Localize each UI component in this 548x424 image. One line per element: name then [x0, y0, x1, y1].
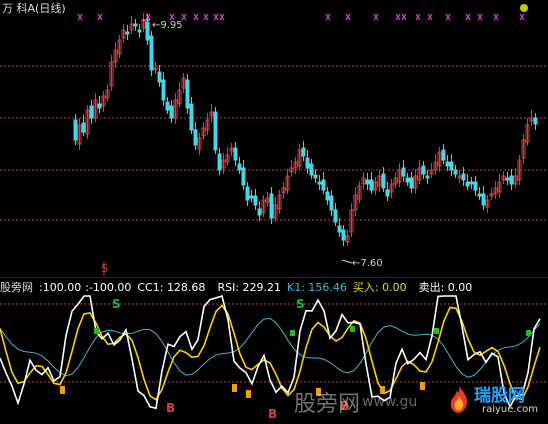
- buy-bar: [94, 328, 99, 334]
- watermark-url: www.gu: [362, 394, 418, 410]
- candle-body: [253, 195, 258, 206]
- candle-body: [309, 163, 314, 176]
- candle-body: [149, 35, 154, 71]
- candle-body: [445, 161, 450, 167]
- cc1-value: CC1: 128.68: [137, 281, 206, 294]
- sell-bar: [232, 384, 237, 392]
- candle-body: [385, 189, 390, 197]
- candle-body: [401, 167, 406, 177]
- candle-body: [365, 179, 370, 185]
- buy-marker: B: [166, 401, 175, 415]
- candle-body: [145, 21, 150, 41]
- candlestick-chart[interactable]: S: [0, 0, 548, 278]
- sell-bar: [60, 386, 65, 394]
- candle-body: [329, 195, 334, 211]
- candle-body: [317, 181, 322, 185]
- candle-body: [157, 71, 162, 83]
- candle-body: [257, 208, 262, 216]
- candle-body: [237, 163, 242, 171]
- low-price-label: ←7.60: [352, 258, 383, 269]
- candle-body: [325, 191, 330, 201]
- candle-body: [473, 181, 478, 191]
- indicator-name: 股旁网: [0, 281, 33, 294]
- candle-body: [97, 103, 102, 109]
- candle-body: [505, 177, 510, 181]
- candle-body: [193, 129, 198, 146]
- candle-body: [405, 177, 410, 183]
- high-price-label: ←9.95: [152, 20, 183, 31]
- candle-body: [341, 229, 346, 241]
- candle-body: [425, 175, 430, 179]
- candle-body: [453, 169, 458, 175]
- candle-body: [169, 105, 174, 119]
- k1-line: [0, 317, 541, 378]
- candle-body: [533, 117, 538, 125]
- sell-bar: [380, 386, 385, 394]
- candle-body: [409, 177, 414, 189]
- candle-body: [233, 147, 238, 161]
- candle-body: [333, 209, 338, 223]
- buy-bar: [290, 330, 295, 336]
- candle-body: [305, 157, 310, 169]
- watermark-text: 股旁网: [294, 392, 361, 417]
- value-1: :100.00: [39, 281, 82, 294]
- candle-body: [269, 193, 274, 219]
- candle-body: [313, 174, 318, 179]
- candle-body: [125, 31, 130, 35]
- sell-bar: [246, 390, 251, 398]
- candle-body: [337, 225, 342, 233]
- buy-value: 买入: 0.00: [352, 281, 407, 294]
- candle-body: [165, 101, 170, 111]
- sell-bar: [420, 382, 425, 390]
- buy-bar: [434, 328, 439, 334]
- buy-bar: [526, 330, 531, 336]
- candle-body: [133, 23, 138, 27]
- candle-body: [381, 173, 386, 189]
- candle-body: [249, 195, 254, 199]
- candle-body: [449, 161, 454, 171]
- candle-body: [185, 79, 190, 109]
- candle-body: [441, 149, 446, 161]
- indicator-readout: 股旁网 :100.00:-100.00 CC1: 128.68 RSI: 229.21…: [0, 281, 472, 294]
- candle-body: [481, 193, 486, 206]
- candle-body: [301, 147, 306, 157]
- low-pointer: [341, 259, 353, 264]
- indicator-dot: [520, 4, 528, 12]
- candle-body: [421, 165, 426, 175]
- candle-body: [465, 181, 470, 187]
- chart-title: 万 科A(日线): [2, 2, 66, 15]
- candle-body: [469, 181, 474, 185]
- buy-marker: B: [268, 407, 277, 421]
- logo-text: 瑞股网: [474, 386, 525, 406]
- candle-body: [189, 103, 194, 131]
- logo-url: raiyue.com: [482, 404, 538, 415]
- candle-body: [321, 179, 326, 191]
- candle-body: [509, 175, 514, 185]
- candle-body: [213, 111, 218, 151]
- sell-marker: S: [112, 297, 121, 311]
- value-2: :-100.00: [85, 281, 132, 294]
- k1-value: K1: 156.46: [287, 281, 347, 294]
- candle-body: [461, 173, 466, 181]
- candle-body: [137, 29, 142, 33]
- candle-body: [369, 179, 374, 191]
- candle-body: [477, 193, 482, 197]
- candle-body: [241, 167, 246, 186]
- candle-body: [245, 186, 250, 201]
- buy-bar: [350, 326, 355, 332]
- candle-body: [81, 122, 86, 133]
- sell-value: 卖出: 0.00: [418, 281, 473, 294]
- flame-logo-icon: [450, 385, 468, 413]
- rsi-value: RSI: 229.21: [217, 281, 281, 294]
- candle-body: [89, 105, 94, 119]
- candle-body: [217, 153, 222, 171]
- sell-marker: S: [296, 297, 305, 311]
- price-panel[interactable]: S: [0, 0, 548, 278]
- candle-body: [161, 79, 166, 101]
- candle-body: [73, 119, 78, 141]
